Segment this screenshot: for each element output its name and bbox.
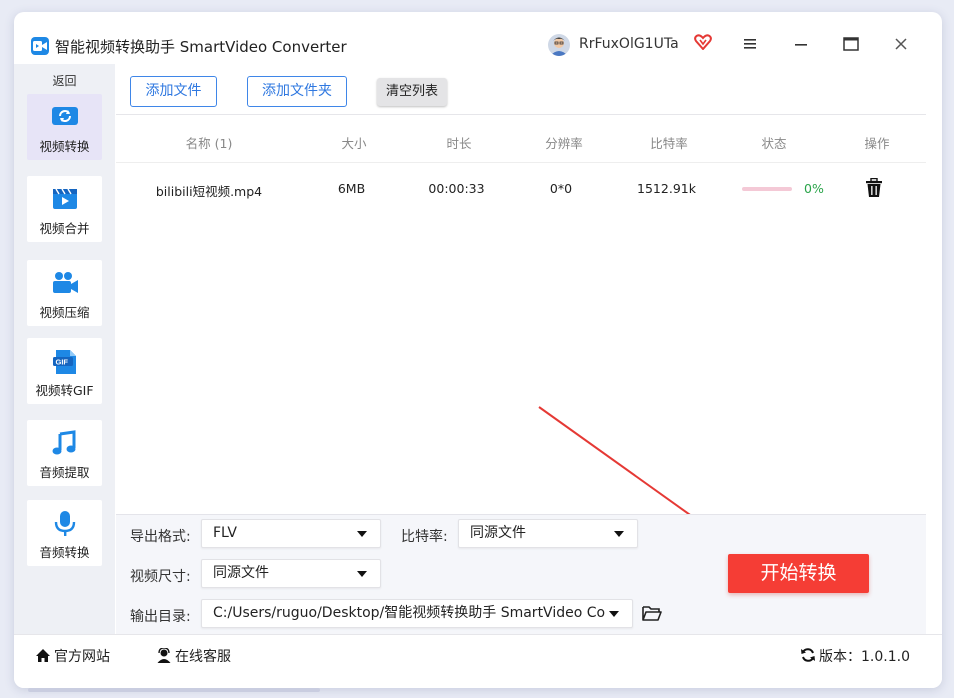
chevron-down-icon: [357, 531, 367, 537]
app-title: 智能视频转换助手 SmartVideo Converter: [55, 38, 347, 56]
sidebar-item-label: 音频提取: [39, 465, 90, 480]
sidebar-item-video-convert[interactable]: 视频转换: [27, 94, 102, 160]
chevron-down-icon: [357, 571, 367, 577]
bitrate-label: 比特率:: [401, 529, 448, 545]
file-resolution-cell: 0*0: [549, 181, 573, 196]
sidebar-item-audio-extract[interactable]: 音频提取: [27, 420, 102, 486]
svg-text:GIF: GIF: [56, 358, 69, 367]
avatar[interactable]: [548, 34, 570, 56]
size-select[interactable]: 同源文件: [201, 559, 381, 588]
bitrate-value: 同源文件: [470, 525, 526, 541]
divider: [116, 114, 926, 115]
sidebar-item-video-to-gif[interactable]: GIF 视频转GIF: [27, 338, 102, 404]
format-label: 导出格式:: [130, 529, 191, 545]
clear-list-button[interactable]: 清空列表: [377, 78, 447, 106]
username[interactable]: RrFuxOlG1UTa: [579, 36, 679, 52]
official-website-label: 官方网站: [54, 649, 110, 665]
column-header-actions: 操作: [864, 136, 890, 151]
vip-heart-icon[interactable]: [694, 34, 712, 54]
sidebar: 返回 视频转换 视频合并 视频压缩 GIF 视频转GIF 音频提取 音频转换: [14, 64, 115, 634]
chevron-down-icon: [614, 531, 624, 537]
version-info[interactable]: 版本：1.0.1.0: [800, 646, 910, 666]
file-bitrate-cell: 1512.91k: [637, 181, 696, 196]
folder-icon[interactable]: [642, 604, 662, 626]
home-icon: [36, 649, 50, 662]
column-header-duration[interactable]: 时长: [434, 133, 484, 152]
app-window: 智能视频转换助手 SmartVideo Converter RrFuxOlG1U…: [14, 12, 942, 688]
divider: [116, 162, 926, 163]
online-support-label: 在线客服: [175, 649, 231, 665]
file-duration-cell: 00:00:33: [428, 181, 485, 196]
bitrate-select[interactable]: 同源文件: [458, 519, 638, 548]
file-name-cell: bilibili短视频.mp4: [155, 184, 263, 199]
format-value: FLV: [213, 525, 237, 541]
sidebar-item-label: 视频转GIF: [35, 383, 94, 398]
maximize-icon[interactable]: [841, 34, 861, 54]
footer: 官方网站 在线客服 版本：1.0.1.0: [14, 634, 942, 688]
add-folder-button[interactable]: 添加文件夹: [247, 76, 347, 107]
version-label: 版本：1.0.1.0: [819, 649, 910, 665]
menu-icon[interactable]: [740, 34, 760, 54]
sidebar-item-label: 视频压缩: [39, 305, 90, 320]
official-website-link[interactable]: 官方网站: [35, 646, 110, 666]
refresh-icon: [801, 648, 815, 662]
sidebar-item-label: 视频转换: [39, 139, 90, 154]
output-label: 输出目录:: [130, 609, 191, 625]
column-header-size[interactable]: 大小: [329, 133, 379, 152]
microphone-icon: [51, 510, 79, 536]
sidebar-item-video-compress[interactable]: 视频压缩: [27, 260, 102, 326]
column-header-name[interactable]: 名称 (1): [164, 133, 254, 152]
video-compress-icon: [51, 270, 79, 296]
support-agent-icon: [157, 647, 171, 663]
app-logo-icon: [31, 37, 49, 55]
add-file-button[interactable]: 添加文件: [130, 76, 217, 107]
title-bar: 智能视频转换助手 SmartVideo Converter RrFuxOlG1U…: [14, 12, 942, 64]
output-dir-select[interactable]: C:/Users/ruguo/Desktop/智能视频转换助手 SmartVid…: [201, 599, 633, 628]
minimize-icon[interactable]: [791, 34, 811, 54]
music-note-icon: [51, 430, 79, 456]
progress-percent: 0%: [804, 181, 824, 196]
progress-bar: [742, 187, 792, 191]
trash-icon[interactable]: [865, 177, 883, 202]
video-merge-icon: [51, 186, 79, 212]
format-select[interactable]: FLV: [201, 519, 381, 548]
close-icon[interactable]: [891, 34, 911, 54]
column-header-bitrate: 比特率: [650, 136, 688, 151]
sidebar-item-label: 音频转换: [39, 545, 90, 560]
back-link[interactable]: 返回: [14, 72, 115, 89]
file-size-cell: 6MB: [337, 181, 366, 196]
column-header-status: 状态: [761, 136, 787, 151]
sidebar-item-label: 视频合并: [39, 221, 90, 236]
video-convert-icon: [51, 104, 79, 130]
horizontal-scrollbar[interactable]: [28, 688, 320, 692]
chevron-down-icon: [609, 611, 619, 617]
start-convert-button[interactable]: 开始转换: [728, 554, 869, 593]
output-dir-value: C:/Users/ruguo/Desktop/智能视频转换助手 SmartVid…: [213, 605, 606, 621]
sidebar-item-audio-convert[interactable]: 音频转换: [27, 500, 102, 566]
gif-icon: GIF: [51, 348, 79, 374]
sidebar-item-video-merge[interactable]: 视频合并: [27, 176, 102, 242]
column-header-resolution[interactable]: 分辨率: [534, 133, 594, 152]
size-value: 同源文件: [213, 565, 269, 581]
size-label: 视频尺寸:: [130, 569, 191, 585]
online-support-link[interactable]: 在线客服: [156, 646, 231, 666]
